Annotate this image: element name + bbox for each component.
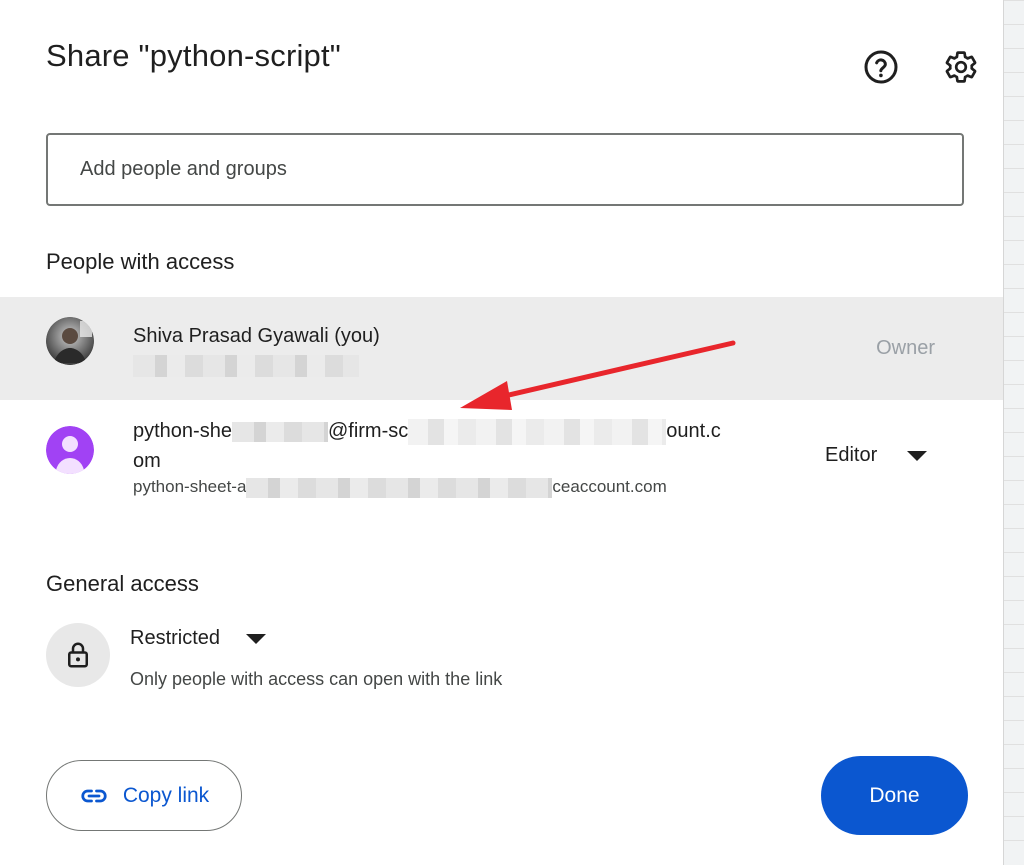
share-dialog: Share "python-script" People with access <box>0 0 1003 865</box>
people-with-access-heading: People with access <box>46 249 235 274</box>
lock-badge <box>46 623 110 687</box>
email-part: python-sheet-a <box>133 477 247 496</box>
access-description: Only people with access can open with th… <box>130 669 503 689</box>
name-part: ount.c <box>666 420 721 442</box>
copy-link-button[interactable]: Copy link <box>46 760 242 831</box>
done-button[interactable]: Done <box>821 756 968 835</box>
lock-icon <box>68 642 88 668</box>
copy-link-label: Copy link <box>122 783 210 807</box>
role-label-owner: Owner <box>876 337 935 359</box>
help-button[interactable] <box>859 45 903 89</box>
redacted-block <box>231 421 328 442</box>
person-email: python-sheet-a ceaccount.com <box>133 477 667 498</box>
dialog-title: Share "python-script" <box>46 38 342 73</box>
name-part: python-she <box>133 420 232 442</box>
redacted-block <box>408 418 667 445</box>
add-people-field[interactable] <box>46 133 964 206</box>
avatar <box>46 317 94 365</box>
help-circle-icon <box>864 50 898 84</box>
avatar <box>46 426 94 474</box>
caret-down-icon <box>246 633 267 644</box>
name-part: @firm-sc <box>327 420 409 442</box>
access-level-label: Restricted <box>130 627 221 649</box>
general-access-dropdown[interactable]: Restricted <box>130 627 267 650</box>
settings-button[interactable] <box>939 45 983 89</box>
redacted-block <box>246 477 553 498</box>
role-label: Editor <box>825 444 878 466</box>
add-people-input[interactable] <box>78 157 962 182</box>
person-email-redacted <box>133 355 359 377</box>
person-row-editor[interactable]: python-she @firm-sc ount.c om python-sheet… <box>0 400 1003 520</box>
background-sheet-edge <box>1003 0 1024 865</box>
general-access-heading: General access <box>46 571 199 596</box>
person-name: Shiva Prasad Gyawali (you) <box>133 325 380 347</box>
caret-down-icon <box>907 450 928 461</box>
person-name: python-she @firm-sc ount.c om <box>133 416 721 476</box>
email-part: ceaccount.com <box>552 477 667 496</box>
gear-icon <box>945 51 977 83</box>
link-icon <box>81 789 107 802</box>
name-part: om <box>133 450 161 472</box>
role-dropdown-editor[interactable]: Editor <box>825 444 928 467</box>
redacted-email-block <box>133 355 359 377</box>
default-person-avatar-icon <box>46 426 94 474</box>
profile-photo-icon <box>46 317 94 365</box>
person-row-owner[interactable]: Shiva Prasad Gyawali (you) Owner <box>0 297 1003 400</box>
